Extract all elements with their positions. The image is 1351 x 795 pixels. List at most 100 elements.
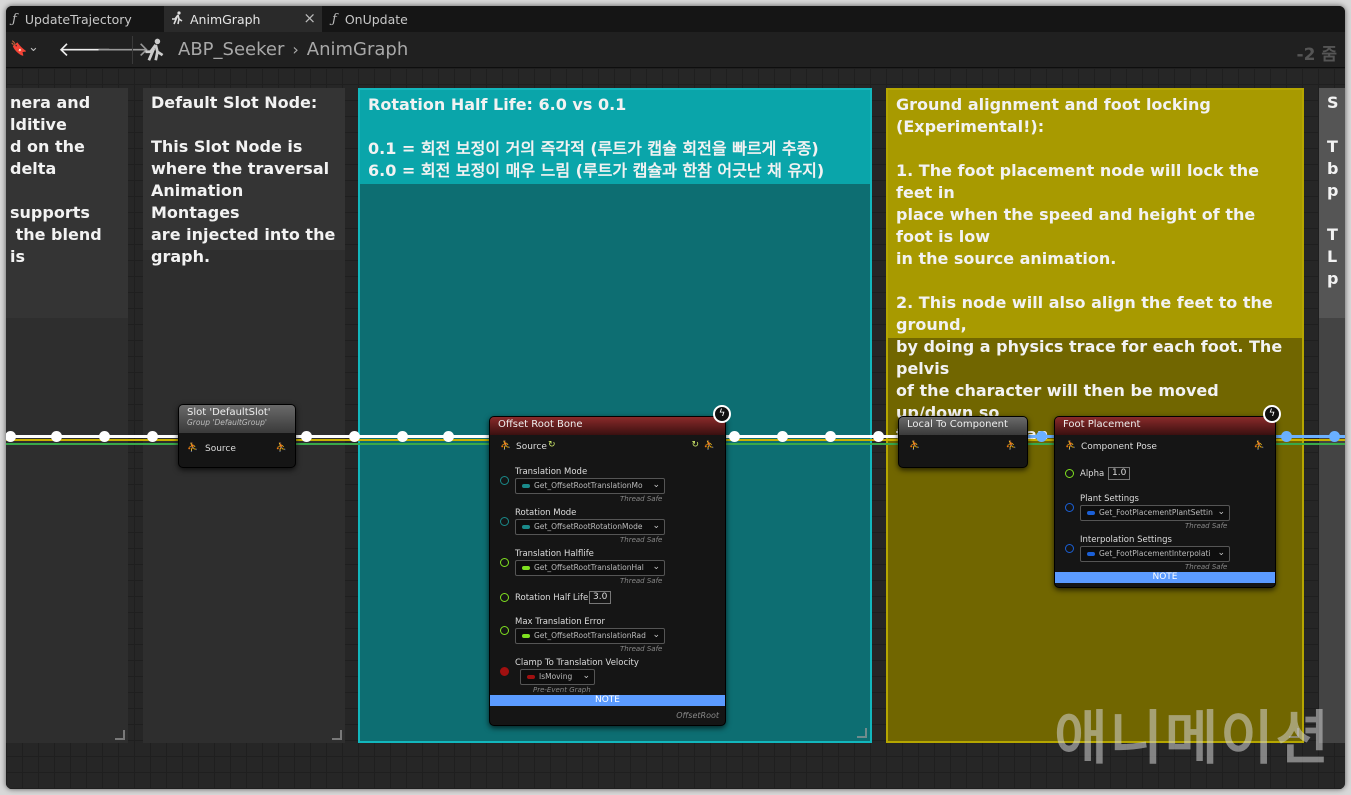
cache-arrow-icon: ↻: [691, 440, 699, 450]
plant-settings-label: Plant Settings: [1080, 494, 1139, 504]
graph-toolbar: 🔖 ⌄ 🡐 🡒 ABP_Seeker › AnimGraph -2 줌: [6, 32, 1345, 68]
node-header: Foot Placement: [1055, 417, 1275, 435]
resize-handle[interactable]: [332, 730, 342, 740]
pose-pin-icon[interactable]: ⛹: [187, 443, 198, 453]
resize-handle[interactable]: [115, 730, 125, 740]
comment-box-right[interactable]: S T b p T L p: [1319, 88, 1345, 743]
node-header: Slot 'DefaultSlot' Group 'DefaultGroup': [179, 405, 295, 433]
breadcrumb: ABP_Seeker › AnimGraph: [178, 39, 408, 60]
tab-label: OnUpdate: [344, 11, 408, 27]
max-translation-error-label: Max Translation Error: [515, 617, 606, 627]
is-moving-getter[interactable]: IsMoving ⌄: [520, 669, 595, 685]
lightning-icon: ϟ: [1263, 405, 1281, 423]
note-bar[interactable]: NOTE: [1055, 572, 1275, 583]
foot-placement-node[interactable]: Foot Placement ϟ ⛹ Component Pose ⛹ Alph…: [1054, 405, 1281, 588]
comment-text: nera and lditive d on the delta supports…: [6, 88, 128, 318]
thread-safe-label: Thread Safe: [1185, 563, 1228, 571]
alpha-label: Alpha: [1080, 469, 1105, 479]
bookmark-icon[interactable]: 🔖: [10, 41, 27, 57]
function-icon: ƒ: [332, 11, 337, 27]
max-translation-error-pin[interactable]: [500, 626, 509, 635]
tab-label: UpdateTrajectory: [24, 11, 132, 27]
reroute-dot[interactable]: [1281, 431, 1292, 442]
resize-handle[interactable]: [857, 728, 867, 738]
breadcrumb-separator: ›: [292, 40, 299, 59]
pre-event-graph-label: Pre-Event Graph: [533, 686, 591, 694]
local-to-component-node[interactable]: Local To Component ⛹ ⛹: [898, 416, 1028, 468]
pose-pin-icon[interactable]: ⛹: [500, 441, 511, 451]
translation-halflife-getter[interactable]: Get_OffsetRootTranslationHal ⌄: [515, 560, 665, 576]
function-icon: ƒ: [12, 11, 17, 27]
thread-safe-label: Thread Safe: [620, 645, 663, 653]
comment-text: Ground alignment and foot locking (Exper…: [888, 90, 1302, 444]
max-translation-error-getter[interactable]: Get_OffsetRootTranslationRad ⌄: [515, 628, 665, 644]
reroute-dot[interactable]: [873, 431, 884, 442]
component-pose-pin-icon[interactable]: ⛹: [1065, 441, 1076, 451]
reroute-dot[interactable]: [397, 431, 408, 442]
thread-safe-label: Thread Safe: [620, 577, 663, 585]
breadcrumb-current[interactable]: AnimGraph: [307, 39, 408, 60]
rotation-half-life-input[interactable]: 3.0: [589, 591, 612, 604]
reroute-dot[interactable]: [729, 431, 740, 442]
note-bar[interactable]: NOTE: [490, 695, 725, 706]
interpolation-settings-getter[interactable]: Get_FootPlacementInterpolati ⌄: [1080, 546, 1230, 562]
pose-pin-icon[interactable]: ⛹: [909, 441, 920, 451]
interpolation-settings-pin[interactable]: [1065, 544, 1074, 553]
running-man-icon: [142, 38, 166, 66]
pose-output-pin-icon[interactable]: ⛹: [276, 443, 287, 453]
component-pose-output-pin-icon[interactable]: ⛹: [1006, 441, 1017, 451]
reroute-dot[interactable]: [443, 431, 454, 442]
thread-safe-label: Thread Safe: [1185, 522, 1228, 530]
reroute-dot[interactable]: [1036, 431, 1047, 442]
tab-update-trajectory[interactable]: ƒ UpdateTrajectory: [6, 6, 164, 32]
reroute-dot[interactable]: [777, 431, 788, 442]
lightning-icon: ϟ: [713, 405, 731, 423]
chevron-down-icon[interactable]: ⌄: [28, 40, 39, 55]
comment-text: Rotation Half Life: 6.0 vs 0.1 0.1 = 회전 …: [360, 90, 870, 184]
translation-halflife-label: Translation Halflife: [515, 549, 594, 559]
component-pose-label: Component Pose: [1081, 442, 1157, 452]
alpha-input[interactable]: 1.0: [1108, 467, 1131, 480]
translation-halflife-pin[interactable]: [500, 558, 509, 567]
thread-safe-label: Thread Safe: [620, 536, 663, 544]
reroute-dot[interactable]: [349, 431, 360, 442]
reroute-dot[interactable]: [825, 431, 836, 442]
tab-on-update[interactable]: ƒ OnUpdate: [322, 6, 480, 32]
rotation-mode-getter[interactable]: Get_OffsetRootRotationMode ⌄: [515, 519, 665, 535]
translation-mode-pin[interactable]: [500, 476, 509, 485]
node-title: Slot 'DefaultSlot': [187, 407, 271, 418]
slot-default-slot-node[interactable]: Slot 'DefaultSlot' Group 'DefaultGroup' …: [178, 404, 296, 468]
offset-root-bone-node[interactable]: Offset Root Bone ϟ ⛹ Source ↻ ↻ ⛹ Transl…: [489, 405, 731, 726]
plant-settings-pin[interactable]: [1065, 503, 1074, 512]
breadcrumb-root[interactable]: ABP_Seeker: [178, 39, 284, 60]
rotation-half-life-pin[interactable]: [500, 593, 509, 602]
rotation-half-life-label: Rotation Half Life: [515, 593, 589, 603]
plant-settings-getter[interactable]: Get_FootPlacementPlantSettin ⌄: [1080, 505, 1230, 521]
interpolation-settings-label: Interpolation Settings: [1080, 535, 1172, 545]
close-icon[interactable]: ×: [303, 9, 316, 27]
source-pin-label: Source: [205, 444, 236, 454]
reroute-dot[interactable]: [301, 431, 312, 442]
tab-anim-graph[interactable]: AnimGraph ×: [164, 6, 322, 32]
reroute-dot[interactable]: [99, 431, 110, 442]
pose-wire-2: [296, 435, 494, 438]
reroute-dot[interactable]: [1329, 431, 1340, 442]
node-header: Local To Component: [899, 417, 1027, 435]
translation-mode-label: Translation Mode: [515, 467, 588, 477]
node-header: Offset Root Bone: [490, 417, 725, 435]
clamp-pin[interactable]: [500, 667, 509, 676]
alpha-pin[interactable]: [1065, 469, 1074, 478]
translation-mode-getter[interactable]: Get_OffsetRootTranslationMo ⌄: [515, 478, 665, 494]
graph-canvas[interactable]: nera and lditive d on the delta supports…: [6, 68, 1345, 789]
reroute-dot[interactable]: [147, 431, 158, 442]
watermark-text: 애니메이션: [1054, 704, 1331, 772]
comment-text: S T b p T L p: [1319, 88, 1345, 318]
document-tab-bar: ƒ UpdateTrajectory AnimGraph × ƒ OnUpdat…: [6, 6, 1345, 32]
running-man-icon: [170, 10, 184, 28]
pose-output-pin-icon[interactable]: ⛹: [704, 441, 715, 451]
rotation-mode-label: Rotation Mode: [515, 508, 577, 518]
component-pose-output-pin-icon[interactable]: ⛹: [1254, 441, 1265, 451]
reroute-dot[interactable]: [51, 431, 62, 442]
comment-box-left[interactable]: nera and lditive d on the delta supports…: [6, 88, 128, 743]
rotation-mode-pin[interactable]: [500, 517, 509, 526]
